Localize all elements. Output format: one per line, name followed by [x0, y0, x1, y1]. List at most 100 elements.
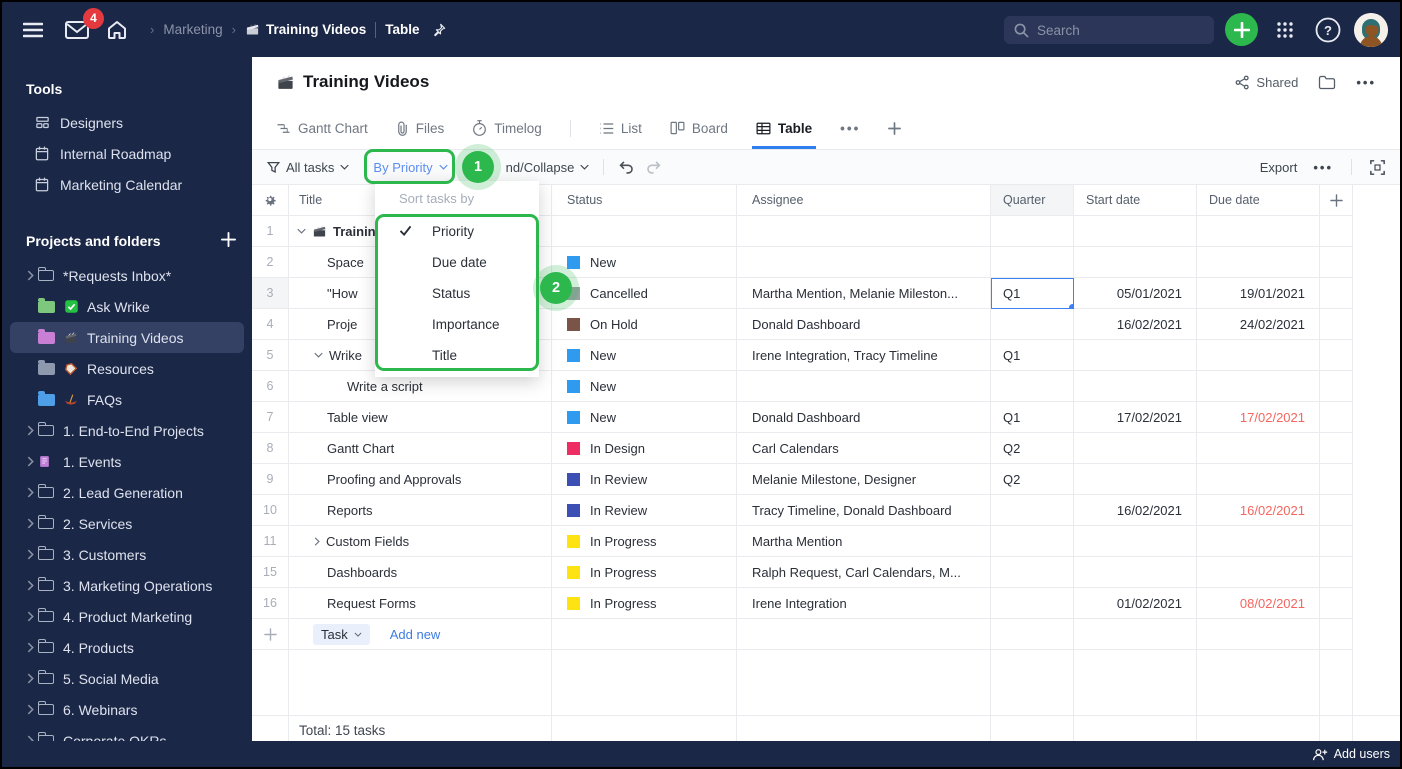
- sidebar-item-webinars[interactable]: 6. Webinars: [10, 694, 244, 725]
- status-cell[interactable]: In Review: [552, 495, 737, 526]
- status-cell[interactable]: In Review: [552, 464, 737, 495]
- assignee-cell[interactable]: Ralph Request, Carl Calendars, M...: [737, 557, 991, 588]
- sort-option-status[interactable]: Status: [375, 278, 539, 309]
- quarter-cell[interactable]: Q2: [991, 464, 1074, 495]
- sort-option-title[interactable]: Title: [375, 340, 539, 371]
- start-date-cell[interactable]: 01/02/2021: [1074, 588, 1197, 619]
- due-date-cell[interactable]: [1197, 526, 1320, 557]
- start-date-cell[interactable]: 17/02/2021: [1074, 402, 1197, 433]
- create-new-button[interactable]: [1225, 13, 1258, 46]
- due-date-cell-overdue[interactable]: 17/02/2021: [1197, 402, 1320, 433]
- status-cell[interactable]: Cancelled: [552, 278, 737, 309]
- add-project-icon[interactable]: [221, 232, 236, 250]
- quarter-cell[interactable]: Q2: [991, 433, 1074, 464]
- tab-gantt-chart[interactable]: Gantt Chart: [276, 107, 368, 149]
- quarter-cell[interactable]: [991, 495, 1074, 526]
- start-date-cell[interactable]: [1074, 464, 1197, 495]
- status-cell[interactable]: New: [552, 340, 737, 371]
- tab-timelog[interactable]: Timelog: [472, 107, 542, 149]
- due-date-cell[interactable]: [1197, 340, 1320, 371]
- start-date-cell[interactable]: [1074, 371, 1197, 402]
- sort-option-importance[interactable]: Importance: [375, 309, 539, 340]
- status-cell[interactable]: In Design: [552, 433, 737, 464]
- quarter-cell[interactable]: [991, 588, 1074, 619]
- undo-icon[interactable]: [618, 160, 635, 174]
- chevron-down-icon[interactable]: [314, 352, 323, 358]
- assignee-cell[interactable]: Tracy Timeline, Donald Dashboard: [737, 495, 991, 526]
- start-date-cell[interactable]: 16/02/2021: [1074, 309, 1197, 340]
- shared-button[interactable]: Shared: [1235, 75, 1298, 90]
- column-header-status[interactable]: Status: [552, 185, 737, 216]
- sidebar-item-customers[interactable]: 3. Customers: [10, 539, 244, 570]
- sort-option-priority[interactable]: Priority: [375, 216, 539, 247]
- add-new-link[interactable]: Add new: [390, 627, 441, 642]
- status-cell[interactable]: New: [552, 247, 737, 278]
- assignee-cell[interactable]: Martha Mention: [737, 526, 991, 557]
- quarter-cell-selected[interactable]: Q1: [991, 278, 1074, 309]
- status-cell[interactable]: On Hold: [552, 309, 737, 340]
- sidebar-item-social-media[interactable]: 5. Social Media: [10, 663, 244, 694]
- start-date-cell[interactable]: 16/02/2021: [1074, 495, 1197, 526]
- quarter-cell[interactable]: [991, 371, 1074, 402]
- status-cell[interactable]: New: [552, 402, 737, 433]
- folder-button[interactable]: [1318, 75, 1336, 90]
- hamburger-menu-icon[interactable]: [18, 15, 48, 45]
- inbox-envelope-icon[interactable]: 4: [62, 7, 104, 45]
- tabs-more-icon[interactable]: •••: [840, 121, 860, 136]
- quarter-cell[interactable]: [991, 557, 1074, 588]
- sort-button[interactable]: By Priority: [373, 160, 448, 175]
- breadcrumb-marketing[interactable]: Marketing: [163, 22, 222, 37]
- column-header-due-date[interactable]: Due date: [1197, 185, 1320, 216]
- tab-files[interactable]: Files: [396, 107, 444, 149]
- pin-icon[interactable]: [429, 15, 449, 45]
- redo-icon[interactable]: [645, 160, 662, 174]
- due-date-cell[interactable]: [1197, 557, 1320, 588]
- tab-board[interactable]: Board: [670, 107, 728, 149]
- task-title-cell[interactable]: Proofing and Approvals: [289, 464, 552, 495]
- due-date-cell[interactable]: [1197, 464, 1320, 495]
- due-date-cell[interactable]: 24/02/2021: [1197, 309, 1320, 340]
- assignee-cell[interactable]: Irene Integration, Tracy Timeline: [737, 340, 991, 371]
- sidebar-item-marketing-calendar[interactable]: Marketing Calendar: [10, 169, 244, 200]
- assignee-cell[interactable]: [737, 371, 991, 402]
- task-title-cell[interactable]: Gantt Chart: [289, 433, 552, 464]
- start-date-cell[interactable]: [1074, 433, 1197, 464]
- tab-list[interactable]: List: [599, 107, 642, 149]
- sidebar-item-requests-inbox[interactable]: *Requests Inbox*: [10, 260, 244, 291]
- search-input[interactable]: [1037, 22, 1197, 38]
- sidebar-item-ask-wrike[interactable]: Ask Wrike: [10, 291, 244, 322]
- chevron-down-icon[interactable]: [297, 228, 306, 234]
- start-date-cell[interactable]: [1074, 216, 1197, 247]
- start-date-cell[interactable]: [1074, 557, 1197, 588]
- assignee-cell[interactable]: [737, 216, 991, 247]
- sidebar-item-lead-generation[interactable]: 2. Lead Generation: [10, 477, 244, 508]
- sidebar-item-marketing-operations[interactable]: 3. Marketing Operations: [10, 570, 244, 601]
- assignee-cell[interactable]: Martha Mention, Melanie Mileston...: [737, 278, 991, 309]
- sidebar-item-training-videos[interactable]: Training Videos: [10, 322, 244, 353]
- sidebar-item-services[interactable]: 2. Services: [10, 508, 244, 539]
- due-date-cell-overdue[interactable]: 08/02/2021: [1197, 588, 1320, 619]
- home-icon[interactable]: [102, 15, 132, 45]
- fullscreen-icon[interactable]: [1370, 159, 1385, 175]
- start-date-cell[interactable]: 05/01/2021: [1074, 278, 1197, 309]
- quarter-cell[interactable]: [991, 216, 1074, 247]
- sidebar-item-corporate-okrs[interactable]: Corporate OKRs: [10, 725, 244, 741]
- sidebar-item-designers[interactable]: Designers: [10, 107, 244, 138]
- sidebar-item-events[interactable]: 1. Events: [10, 446, 244, 477]
- assignee-cell[interactable]: Donald Dashboard: [737, 402, 991, 433]
- status-cell[interactable]: In Progress: [552, 526, 737, 557]
- sidebar-item-product-marketing[interactable]: 4. Product Marketing: [10, 601, 244, 632]
- task-title-cell[interactable]: Reports: [289, 495, 552, 526]
- filter-button[interactable]: All tasks: [267, 160, 350, 175]
- help-icon[interactable]: ?: [1311, 13, 1344, 46]
- add-view-icon[interactable]: [888, 107, 902, 149]
- apps-grid-icon[interactable]: [1268, 13, 1301, 46]
- assignee-cell[interactable]: [737, 247, 991, 278]
- task-title-cell[interactable]: Custom Fields: [289, 526, 552, 557]
- sort-option-due-date[interactable]: Due date: [375, 247, 539, 278]
- chevron-right-icon[interactable]: [314, 536, 320, 546]
- due-date-cell[interactable]: [1197, 433, 1320, 464]
- quarter-cell[interactable]: [991, 309, 1074, 340]
- quarter-cell[interactable]: [991, 247, 1074, 278]
- sidebar-item-products[interactable]: 4. Products: [10, 632, 244, 663]
